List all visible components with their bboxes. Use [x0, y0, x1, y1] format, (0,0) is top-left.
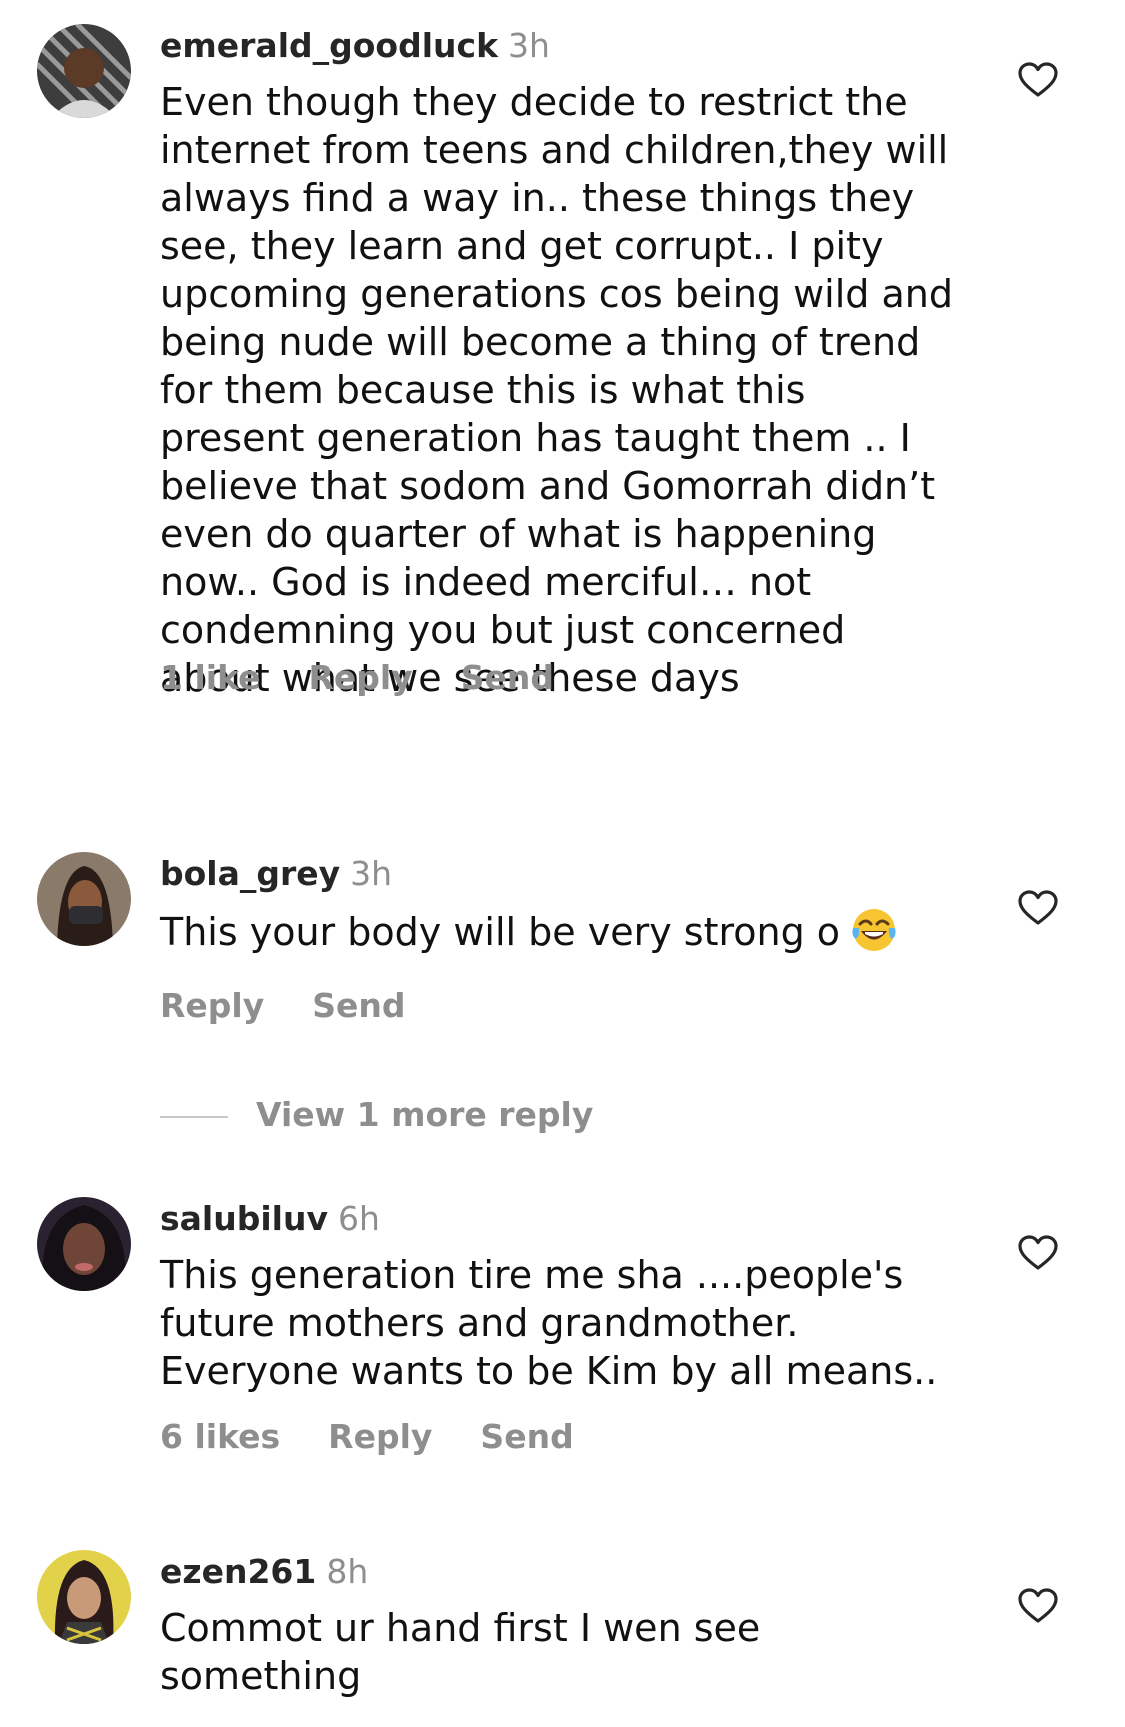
reply-button[interactable]: Reply — [309, 658, 413, 697]
send-button[interactable]: Send — [480, 1417, 573, 1456]
view-more-label: View 1 more reply — [256, 1095, 594, 1134]
comment-actions: Reply Send — [160, 984, 454, 1028]
comment-text: Commot ur hand first I wen see something — [160, 1606, 761, 1698]
profile-photo-icon — [37, 1550, 131, 1644]
timestamp: 3h — [508, 26, 550, 65]
divider — [160, 1115, 228, 1118]
likes-count[interactable]: 1 like — [160, 658, 261, 697]
timestamp: 6h — [337, 1199, 380, 1238]
avatar[interactable] — [37, 1197, 131, 1291]
comment-header: salubiluv 6h — [160, 1197, 380, 1241]
comment-text: This generation tire me sha ....people's… — [160, 1253, 938, 1393]
comment-header: bola_grey 3h — [160, 852, 392, 896]
heart-outline-icon[interactable] — [1018, 62, 1058, 98]
comment-actions: 6 likes Reply Send — [160, 1415, 622, 1459]
username[interactable]: bola_grey — [160, 854, 340, 893]
tears-of-joy-emoji-icon — [852, 909, 896, 951]
heart-outline-icon[interactable] — [1018, 890, 1058, 926]
send-button[interactable]: Send — [461, 658, 554, 697]
profile-photo-icon — [37, 24, 131, 118]
comment-header: ezen261 8h — [160, 1550, 368, 1594]
view-more-replies-button[interactable]: View 1 more reply — [160, 1093, 593, 1137]
send-button[interactable]: Send — [312, 986, 405, 1025]
heart-outline-icon[interactable] — [1018, 1588, 1058, 1624]
likes-count[interactable]: 6 likes — [160, 1417, 280, 1456]
reply-button[interactable]: Reply — [160, 986, 264, 1025]
username[interactable]: salubiluv — [160, 1199, 328, 1238]
comment-text-content: This your body will be very strong o — [160, 910, 841, 954]
comment-text: Even though they decide to restrict the … — [160, 80, 953, 700]
username[interactable]: emerald_goodluck — [160, 26, 498, 65]
profile-photo-icon — [37, 1197, 131, 1291]
username[interactable]: ezen261 — [160, 1552, 316, 1591]
comment-header: emerald_goodluck 3h — [160, 24, 550, 68]
profile-photo-icon — [37, 852, 131, 946]
timestamp: 3h — [350, 854, 393, 893]
heart-outline-icon[interactable] — [1018, 1235, 1058, 1271]
avatar[interactable] — [37, 852, 131, 946]
avatar[interactable] — [37, 1550, 131, 1644]
timestamp: 8h — [326, 1552, 369, 1591]
comment-text: This your body will be very strong o — [160, 906, 960, 956]
comment-actions: 1 like Reply Send — [160, 656, 602, 700]
reply-button[interactable]: Reply — [328, 1417, 432, 1456]
avatar[interactable] — [37, 24, 131, 118]
